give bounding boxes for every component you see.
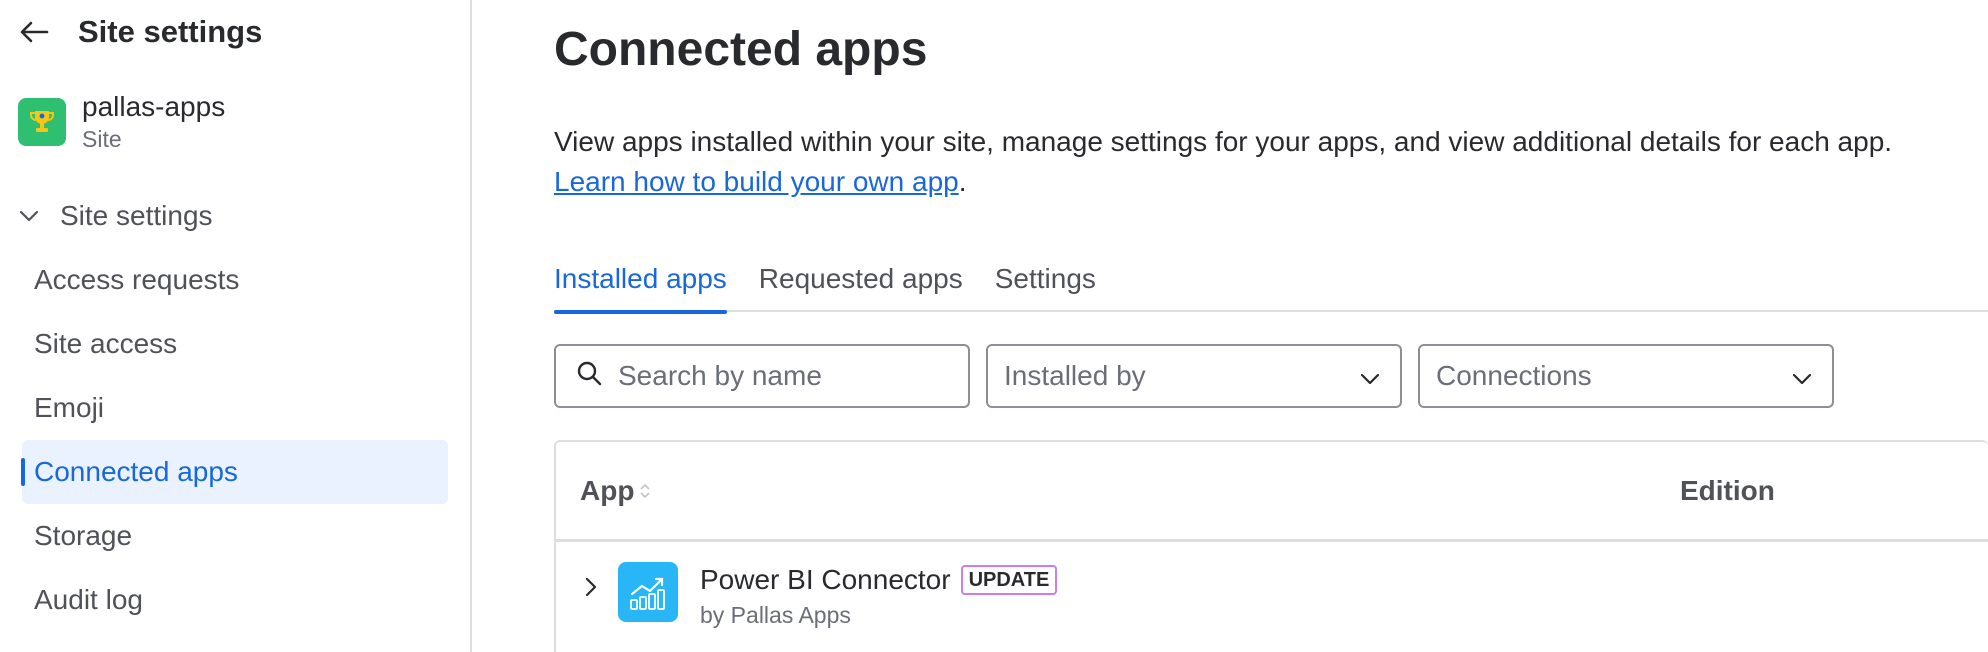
search-icon bbox=[576, 360, 602, 393]
sidebar-title: Site settings bbox=[78, 14, 263, 49]
tab-installed-apps[interactable]: Installed apps bbox=[554, 258, 727, 314]
sidebar-group-toggle[interactable]: Site settings bbox=[14, 196, 213, 236]
sidebar-item-storage[interactable]: Storage bbox=[22, 504, 448, 568]
chart-icon bbox=[618, 562, 678, 622]
trophy-icon bbox=[18, 98, 66, 146]
learn-link[interactable]: Learn how to build your own app bbox=[554, 166, 959, 197]
learn-suffix: . bbox=[958, 166, 967, 197]
sidebar-item-connected-apps[interactable]: Connected apps bbox=[21, 440, 448, 504]
search-placeholder: Search by name bbox=[618, 360, 822, 391]
app-name-row: Power BI Connector UPDATE bbox=[700, 564, 1058, 596]
tab-requested-apps[interactable]: Requested apps bbox=[759, 258, 963, 312]
tab-bar: Installed apps Requested apps Settings bbox=[554, 258, 1988, 314]
column-app-label: App bbox=[580, 474, 635, 506]
apps-table: App Edition Power BI Connector UPDATE by… bbox=[554, 440, 1988, 652]
sidebar-item-audit-log[interactable]: Audit log bbox=[22, 568, 448, 632]
table-header: App Edition bbox=[556, 442, 1988, 542]
installed-by-value: Installed by bbox=[1004, 360, 1146, 391]
sidebar-item-site-access[interactable]: Site access bbox=[22, 312, 448, 376]
page-description: View apps installed within your site, ma… bbox=[554, 122, 1892, 202]
sidebar-nav: Access requests Site access Emoji Connec… bbox=[21, 248, 448, 632]
filter-bar: Search by name Installed by Connections bbox=[554, 344, 1834, 408]
connections-select[interactable]: Connections bbox=[1418, 344, 1834, 408]
site-switcher[interactable]: pallas-apps Site bbox=[18, 90, 225, 154]
sidebar-header: Site settings bbox=[14, 10, 262, 54]
main-content: Connected apps View apps installed withi… bbox=[474, 0, 1988, 652]
search-input[interactable]: Search by name bbox=[554, 344, 970, 408]
chevron-right-icon[interactable] bbox=[576, 572, 606, 602]
chevron-down-icon bbox=[1792, 360, 1812, 392]
sidebar-item-emoji[interactable]: Emoji bbox=[22, 376, 448, 440]
site-name: pallas-apps bbox=[82, 91, 226, 122]
chevron-down-icon bbox=[14, 201, 44, 231]
sidebar-group-label: Site settings bbox=[60, 200, 213, 231]
app-vendor: by Pallas Apps bbox=[700, 602, 851, 628]
installed-by-select[interactable]: Installed by bbox=[986, 344, 1402, 408]
connections-value: Connections bbox=[1436, 360, 1592, 391]
tab-settings[interactable]: Settings bbox=[995, 258, 1096, 312]
sort-icon bbox=[640, 483, 651, 499]
sidebar: Site settings pallas-apps Site Site sett… bbox=[0, 0, 472, 652]
arrow-left-icon[interactable] bbox=[14, 12, 54, 52]
description-text: View apps installed within your site, ma… bbox=[554, 126, 1893, 157]
column-header-app[interactable]: App bbox=[580, 474, 651, 507]
chevron-down-icon bbox=[1360, 360, 1380, 392]
app-name: Power BI Connector bbox=[700, 564, 951, 595]
sidebar-item-access-requests[interactable]: Access requests bbox=[22, 248, 448, 312]
column-header-edition: Edition bbox=[1680, 474, 1775, 506]
site-type: Site bbox=[82, 126, 122, 152]
table-row[interactable]: Power BI Connector UPDATE by Pallas Apps bbox=[556, 542, 1988, 648]
update-badge: UPDATE bbox=[960, 565, 1058, 595]
page-title: Connected apps bbox=[554, 23, 928, 76]
